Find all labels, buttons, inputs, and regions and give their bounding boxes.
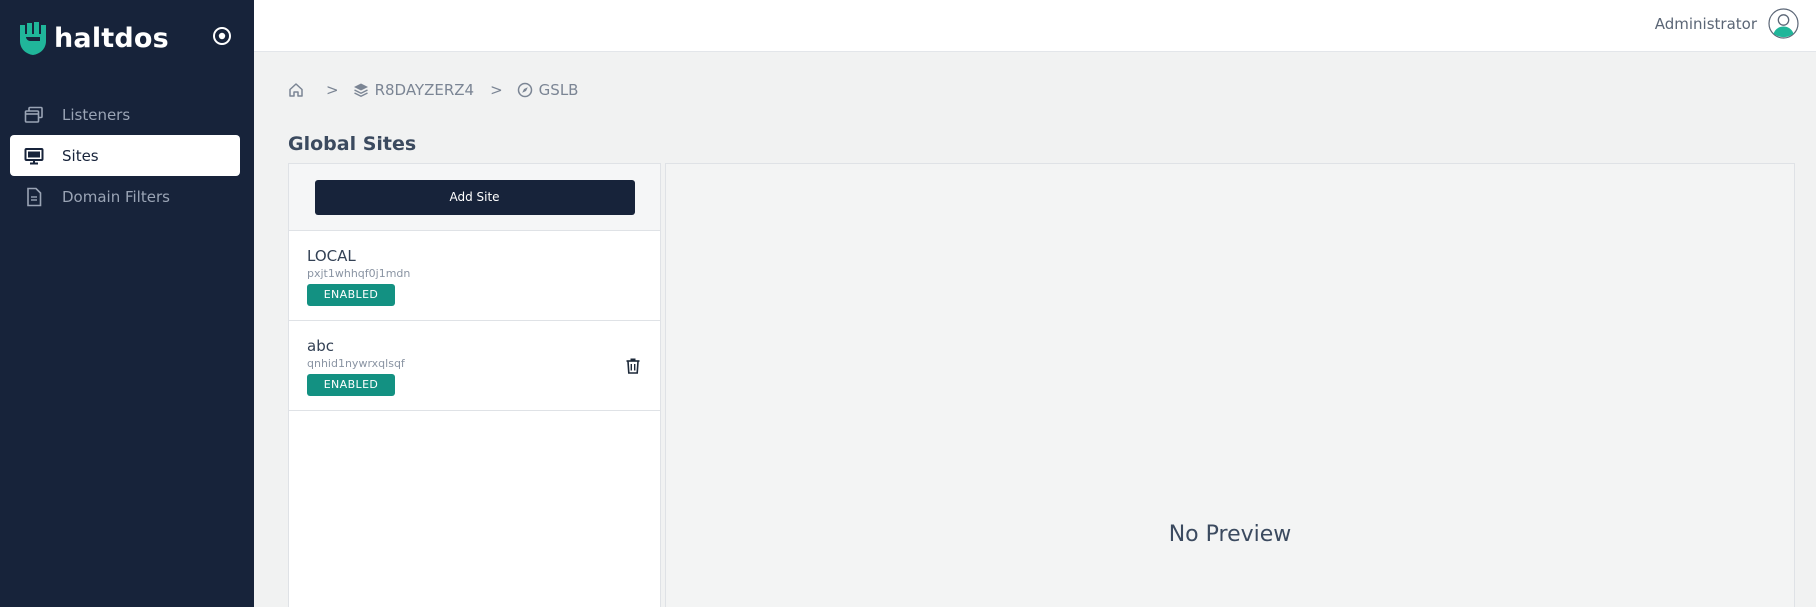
site-id: qnhid1nywrxqlsqf [307, 357, 405, 370]
windows-stack-icon [24, 105, 44, 125]
breadcrumb-label: R8DAYZERZ4 [374, 81, 475, 99]
sidebar-item-domain-filters[interactable]: Domain Filters [10, 176, 240, 217]
status-badge: ENABLED [307, 284, 395, 306]
breadcrumb-separator: > [326, 81, 339, 99]
layers-icon [353, 83, 368, 97]
breadcrumb-home[interactable] [288, 82, 310, 98]
site-id: pxjt1whhqf0j1mdn [307, 267, 411, 280]
brand-logo-link[interactable]: haltdos [18, 18, 169, 58]
breadcrumb-label: GSLB [538, 81, 579, 99]
breadcrumb-gslb[interactable]: GSLB [517, 81, 579, 99]
haltdos-fist-logo-icon [20, 22, 46, 55]
sidebar-item-label: Domain Filters [62, 187, 170, 206]
breadcrumb: > R8DAYZERZ4 > GSLB [288, 81, 578, 99]
list-item[interactable]: abc qnhid1nywrxqlsqf ENABLED [289, 321, 660, 411]
breadcrumb-separator: > [490, 81, 503, 99]
topbar: Administrator [254, 0, 1816, 52]
empty-preview-text: No Preview [1168, 522, 1292, 547]
add-site-button[interactable]: Add Site [314, 179, 635, 215]
preview-panel: No Preview [665, 163, 1795, 607]
target-toggle-icon[interactable] [211, 25, 233, 47]
sidebar-item-listeners[interactable]: Listeners [10, 94, 240, 135]
sidebar-nav: Listeners Sites Domain Filters [10, 94, 240, 217]
sidebar-item-label: Sites [62, 146, 99, 165]
breadcrumb-cluster[interactable]: R8DAYZERZ4 [353, 81, 475, 99]
sidebar-item-label: Listeners [62, 105, 131, 124]
sites-list-panel: Add Site LOCAL pxjt1whhqf0j1mdn ENABLED … [288, 163, 661, 607]
list-header: Add Site [289, 164, 660, 231]
status-badge: ENABLED [307, 374, 395, 396]
site-name: LOCAL [307, 247, 356, 265]
site-name: abc [307, 337, 334, 355]
avatar-icon [1768, 8, 1799, 39]
list-item[interactable]: LOCAL pxjt1whhqf0j1mdn ENABLED [289, 231, 660, 321]
sidebar: haltdos Listeners Sites Domain Filters [0, 0, 254, 607]
trash-icon[interactable] [624, 357, 642, 375]
user-menu[interactable]: Administrator [1655, 8, 1799, 39]
compass-icon [517, 82, 532, 98]
sidebar-item-sites[interactable]: Sites [10, 135, 240, 176]
document-icon [24, 187, 44, 207]
user-name: Administrator [1654, 14, 1757, 33]
page-title: Global Sites [288, 133, 417, 155]
home-icon [289, 83, 303, 97]
monitor-icon [24, 146, 44, 166]
brand-name: haltdos [54, 22, 169, 54]
